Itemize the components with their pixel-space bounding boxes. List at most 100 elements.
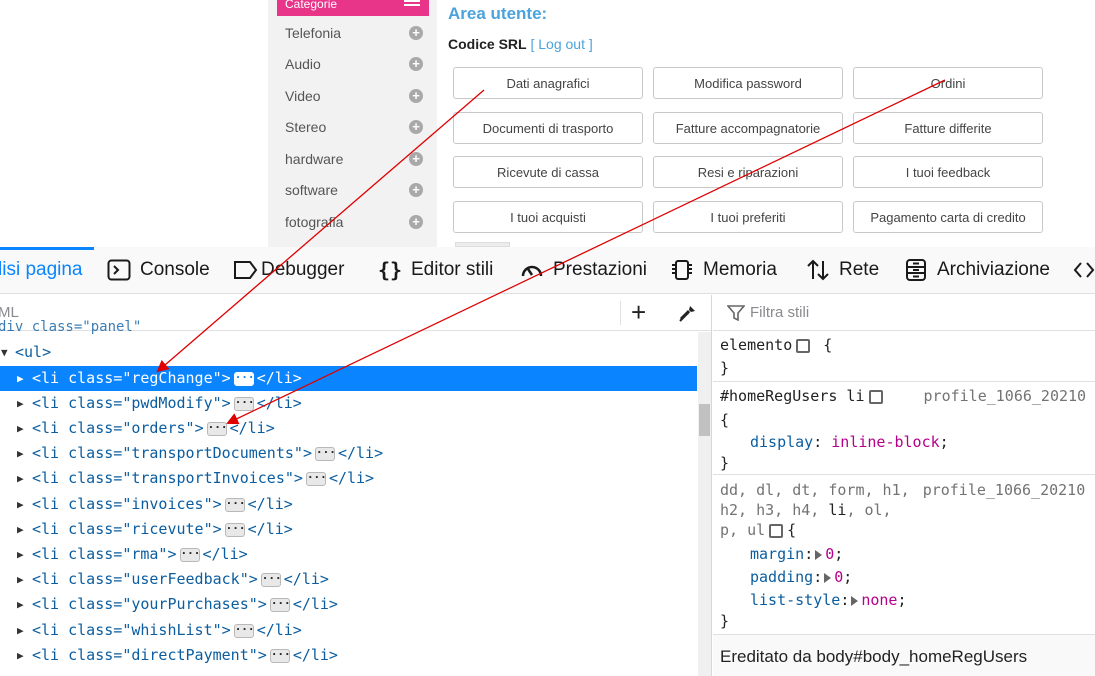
- node-icon[interactable]: [796, 338, 811, 353]
- expand-arrow-icon[interactable]: ▶: [17, 492, 24, 517]
- ellipsis-icon[interactable]: ···: [269, 648, 291, 663]
- ellipsis-icon[interactable]: ···: [314, 446, 336, 461]
- ul-node-row[interactable]: ▼ <ul>: [0, 340, 697, 365]
- category-header[interactable]: Categorie: [277, 0, 429, 16]
- attr-value: "regChange": [122, 369, 222, 387]
- ellipsis-icon[interactable]: ···: [305, 471, 327, 486]
- ellipsis-icon[interactable]: ···: [233, 371, 255, 386]
- css-value[interactable]: 0: [825, 545, 834, 563]
- expand-plus-icon[interactable]: +: [409, 152, 423, 166]
- category-item[interactable]: Video +: [285, 86, 423, 110]
- expand-arrow-icon[interactable]: ▶: [17, 416, 24, 441]
- expand-plus-icon[interactable]: +: [409, 89, 423, 103]
- ellipsis-icon[interactable]: ···: [179, 547, 200, 562]
- user-area-button[interactable]: Dati anagrafici: [453, 67, 643, 99]
- expand-twisty-icon[interactable]: [851, 595, 859, 606]
- collapse-arrow-icon[interactable]: ▼: [1, 340, 8, 365]
- tab-network[interactable]: Rete: [806, 257, 879, 283]
- css-property[interactable]: list-style: [750, 591, 840, 609]
- rule-source-link[interactable]: profile_1066_20210: [924, 387, 1087, 405]
- li-node-row[interactable]: ▶ <li class="directPayment"> ··· </li>: [0, 643, 697, 668]
- ellipsis-icon[interactable]: ···: [233, 623, 255, 638]
- user-area-button[interactable]: I tuoi acquisti: [453, 201, 643, 233]
- tab-console[interactable]: Console: [107, 257, 210, 283]
- expand-plus-icon[interactable]: +: [409, 183, 423, 197]
- expand-arrow-icon[interactable]: ▶: [17, 542, 24, 567]
- tag-close: >: [212, 495, 222, 513]
- expand-arrow-icon[interactable]: ▶: [17, 441, 24, 466]
- expand-arrow-icon[interactable]: ▶: [17, 618, 24, 643]
- rules-filter-input[interactable]: Filtra stili: [750, 304, 809, 321]
- li-node-row[interactable]: ▶ <li class="transportInvoices"> ··· </li>: [0, 466, 697, 491]
- css-property[interactable]: margin: [750, 545, 804, 563]
- rule-selector: p, ul: [720, 521, 766, 539]
- attr-value: "transportDocuments": [122, 444, 303, 462]
- ellipsis-icon[interactable]: ···: [224, 497, 246, 512]
- logout-link[interactable]: [ Log out ]: [530, 36, 592, 52]
- expand-arrow-icon[interactable]: ▶: [17, 466, 24, 491]
- category-item[interactable]: fotografia +: [285, 212, 423, 236]
- tab-storage[interactable]: Archiviazione: [904, 257, 1050, 283]
- markup-scrollbar[interactable]: [698, 332, 711, 676]
- li-node-row[interactable]: ▶ <li class="yourPurchases"> ··· </li>: [0, 592, 697, 617]
- css-property[interactable]: padding: [750, 568, 813, 586]
- user-area-button[interactable]: I tuoi preferiti: [653, 201, 843, 233]
- expand-plus-icon[interactable]: +: [409, 120, 423, 134]
- user-area-button[interactable]: Modifica password: [653, 67, 843, 99]
- tab-inspector[interactable]: lisi pagina: [0, 257, 83, 283]
- tab-overflow[interactable]: [1072, 257, 1095, 283]
- user-area-button[interactable]: Resi e riparazioni: [653, 156, 843, 188]
- tab-debugger[interactable]: Debugger: [233, 257, 344, 283]
- rule-source-link[interactable]: profile_1066_20210: [923, 481, 1086, 499]
- ellipsis-icon[interactable]: ···: [224, 522, 246, 537]
- li-node-row[interactable]: ▶ <li class="pwdModify"> ··· </li>: [0, 391, 697, 416]
- expand-arrow-icon[interactable]: ▶: [17, 592, 24, 617]
- expand-arrow-icon[interactable]: ▶: [17, 391, 24, 416]
- category-item[interactable]: Stereo +: [285, 117, 423, 141]
- category-item[interactable]: Telefonia +: [285, 23, 423, 47]
- menu-icon[interactable]: [404, 0, 420, 8]
- ellipsis-icon[interactable]: ···: [260, 572, 282, 587]
- li-node-row[interactable]: ▶ <li class="transportDocuments"> ··· </li…: [0, 441, 697, 466]
- ellipsis-icon[interactable]: ···: [206, 421, 227, 436]
- category-item[interactable]: Audio +: [285, 54, 423, 78]
- partial-node-row[interactable]: div class="panel": [0, 315, 697, 340]
- node-icon[interactable]: [868, 389, 883, 404]
- expand-arrow-icon[interactable]: ▶: [17, 517, 24, 542]
- user-area-button[interactable]: Ricevute di cassa: [453, 156, 643, 188]
- user-area-button[interactable]: Fatture differite: [853, 112, 1043, 144]
- li-node-row[interactable]: ▶ <li class="regChange"> ··· </li>: [0, 366, 697, 391]
- css-value[interactable]: inline-block: [831, 433, 939, 451]
- css-value[interactable]: 0: [834, 568, 843, 586]
- li-node-row[interactable]: ▶ <li class="whishList"> ··· </li>: [0, 618, 697, 643]
- expand-arrow-icon[interactable]: ▶: [17, 643, 24, 668]
- tab-style-editor[interactable]: {} Editor stili: [378, 257, 493, 283]
- user-area-button[interactable]: Ordini: [853, 67, 1043, 99]
- scrollbar-thumb[interactable]: [699, 404, 710, 436]
- expand-plus-icon[interactable]: +: [409, 26, 423, 40]
- li-node-row[interactable]: ▶ <li class="rma"> ··· </li>: [0, 542, 697, 567]
- tab-memory[interactable]: Memoria: [670, 257, 777, 283]
- css-property[interactable]: display: [750, 433, 813, 451]
- user-area-button[interactable]: I tuoi feedback: [853, 156, 1043, 188]
- li-node-row[interactable]: ▶ <li class="orders"> ··· </li>: [0, 416, 697, 441]
- user-area-button[interactable]: Pagamento carta di credito: [853, 201, 1043, 233]
- expand-twisty-icon[interactable]: [824, 572, 832, 583]
- ellipsis-icon[interactable]: ···: [269, 597, 291, 612]
- user-area-button[interactable]: Fatture accompagnatorie: [653, 112, 843, 144]
- node-icon[interactable]: [769, 523, 784, 538]
- ellipsis-icon[interactable]: ···: [233, 396, 255, 411]
- li-node-row[interactable]: ▶ <li class="ricevute"> ··· </li>: [0, 517, 697, 542]
- li-node-row[interactable]: ▶ <li class="invoices"> ··· </li>: [0, 492, 697, 517]
- tab-performance[interactable]: Prestazioni: [520, 257, 647, 283]
- category-item[interactable]: hardware +: [285, 149, 423, 173]
- category-item[interactable]: software +: [285, 180, 423, 204]
- expand-arrow-icon[interactable]: ▶: [17, 567, 24, 592]
- li-node-row[interactable]: ▶ <li class="userFeedback"> ··· </li>: [0, 567, 697, 592]
- expand-plus-icon[interactable]: +: [409, 215, 423, 229]
- expand-arrow-icon[interactable]: ▶: [17, 366, 24, 391]
- user-area-button[interactable]: Documenti di trasporto: [453, 112, 643, 144]
- expand-twisty-icon[interactable]: [815, 549, 823, 560]
- css-value[interactable]: none: [861, 591, 897, 609]
- expand-plus-icon[interactable]: +: [409, 57, 423, 71]
